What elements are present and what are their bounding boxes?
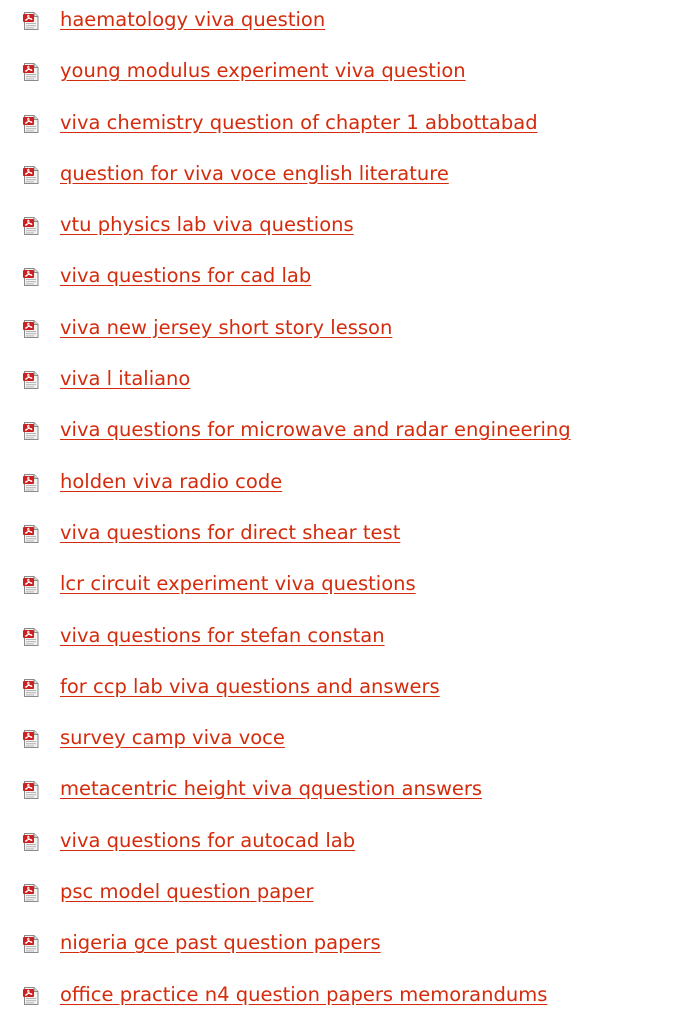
list-item: lcr circuit experiment viva questions (0, 564, 674, 615)
list-item: nigeria gce past question papers (0, 923, 674, 974)
list-item: viva questions for stefan constan (0, 616, 674, 667)
pdf-link[interactable]: viva new jersey short story lesson (60, 313, 392, 343)
pdf-link[interactable]: metacentric height viva qquestion answer… (60, 774, 482, 804)
list-item: psc model question paper (0, 872, 674, 923)
pdf-document-icon (23, 114, 39, 133)
pdf-link[interactable]: holden viva radio code (60, 467, 282, 497)
pdf-link[interactable]: viva questions for stefan constan (60, 621, 385, 651)
list-item: viva questions for direct shear test (0, 513, 674, 564)
pdf-document-icon (23, 371, 39, 390)
pdf-document-icon (23, 832, 39, 851)
pdf-link-list: haematology viva question young modulus … (0, 0, 674, 1026)
pdf-document-icon (23, 217, 39, 236)
pdf-document-icon (23, 422, 39, 441)
list-item: viva new jersey short story lesson (0, 308, 674, 359)
pdf-link[interactable]: survey camp viva voce (60, 723, 285, 753)
pdf-document-icon (23, 319, 39, 338)
list-item: metacentric height viva qquestion answer… (0, 769, 674, 820)
pdf-link[interactable]: viva l italiano (60, 364, 190, 394)
pdf-document-icon (23, 473, 39, 492)
list-item: viva questions for microwave and radar e… (0, 410, 674, 461)
pdf-link[interactable]: vtu physics lab viva questions (60, 210, 354, 240)
pdf-link[interactable]: viva questions for direct shear test (60, 518, 400, 548)
list-item: viva l italiano (0, 359, 674, 410)
pdf-link[interactable]: office practice n4 question papers memor… (60, 980, 547, 1010)
pdf-link[interactable]: for ccp lab viva questions and answers (60, 672, 440, 702)
list-item: for ccp lab viva questions and answers (0, 667, 674, 718)
list-item: young modulus experiment viva question (0, 51, 674, 102)
pdf-document-icon (23, 165, 39, 184)
list-item: haematology viva question (0, 0, 674, 51)
list-item: viva chemistry question of chapter 1 abb… (0, 103, 674, 154)
list-item: viva questions for autocad lab (0, 821, 674, 872)
pdf-document-icon (23, 268, 39, 287)
pdf-document-icon (23, 576, 39, 595)
pdf-link[interactable]: viva chemistry question of chapter 1 abb… (60, 108, 538, 138)
list-item: question for viva voce english literatur… (0, 154, 674, 205)
pdf-document-icon (23, 884, 39, 903)
pdf-document-icon (23, 12, 39, 30)
pdf-link[interactable]: nigeria gce past question papers (60, 928, 381, 958)
list-item: survey camp viva voce (0, 718, 674, 769)
pdf-link[interactable]: psc model question paper (60, 877, 314, 907)
pdf-document-icon (23, 678, 39, 697)
pdf-link[interactable]: viva questions for microwave and radar e… (60, 415, 571, 445)
list-item: viva questions for cad lab (0, 256, 674, 307)
list-item: holden viva radio code (0, 462, 674, 513)
pdf-document-icon (23, 781, 39, 800)
pdf-link[interactable]: young modulus experiment viva question (60, 56, 466, 86)
pdf-link[interactable]: viva questions for cad lab (60, 261, 311, 291)
pdf-document-icon (23, 730, 39, 749)
pdf-document-icon (23, 63, 39, 82)
list-item: office practice n4 question papers memor… (0, 975, 674, 1026)
pdf-document-icon (23, 986, 39, 1005)
pdf-link[interactable]: haematology viva question (60, 5, 325, 35)
pdf-document-icon (23, 627, 39, 646)
pdf-document-icon (23, 524, 39, 543)
pdf-link[interactable]: viva questions for autocad lab (60, 826, 355, 856)
list-item: vtu physics lab viva questions (0, 205, 674, 256)
pdf-document-icon (23, 935, 39, 954)
pdf-link[interactable]: question for viva voce english literatur… (60, 159, 449, 189)
pdf-link[interactable]: lcr circuit experiment viva questions (60, 569, 416, 599)
